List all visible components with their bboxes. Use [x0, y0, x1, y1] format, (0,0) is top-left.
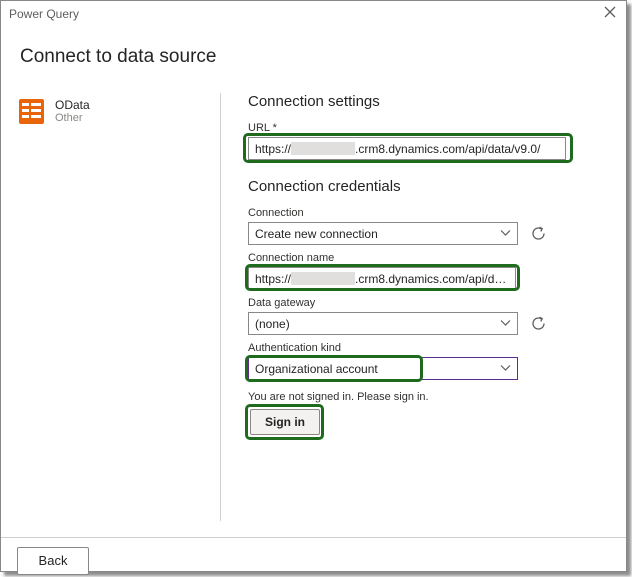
data-source-item[interactable]: OData Other	[19, 97, 209, 127]
page-title: Connect to data source	[20, 46, 217, 67]
gateway-dropdown[interactable]: (none)	[248, 312, 518, 335]
refresh-icon[interactable]	[530, 315, 547, 332]
url-prefix: https://	[255, 142, 292, 156]
redacted-block	[291, 142, 356, 155]
window-title: Power Query	[9, 7, 80, 21]
auth-kind-dropdown[interactable]: Organizational account	[248, 357, 518, 380]
url-label: URL *	[248, 122, 277, 134]
source-name: OData	[55, 98, 90, 112]
auth-kind-value: Organizational account	[255, 362, 378, 376]
title-bar: Power Query	[1, 1, 626, 27]
connection-name-input[interactable]: https:// .crm8.dynamics.com/api/da...	[248, 267, 516, 290]
connection-label: Connection	[248, 207, 304, 219]
odata-table-icon	[19, 99, 44, 124]
refresh-icon[interactable]	[530, 225, 547, 242]
connection-dropdown[interactable]: Create new connection	[248, 222, 518, 245]
sign-in-status: You are not signed in. Please sign in.	[248, 391, 429, 403]
connection-settings-title: Connection settings	[248, 93, 380, 110]
vertical-divider	[220, 93, 221, 521]
connection-credentials-title: Connection credentials	[248, 178, 401, 195]
gateway-value: (none)	[255, 317, 290, 331]
footer-divider	[1, 537, 626, 538]
connection-name-suffix: .crm8.dynamics.com/api/da...	[355, 272, 512, 286]
connection-value: Create new connection	[255, 227, 378, 241]
auth-kind-label: Authentication kind	[248, 342, 341, 354]
chevron-down-icon	[500, 365, 511, 371]
redacted-block	[291, 272, 356, 285]
connection-name-prefix: https://	[255, 272, 292, 286]
close-icon[interactable]	[602, 4, 618, 20]
chevron-down-icon	[500, 230, 511, 236]
url-input[interactable]: https:// .crm8.dynamics.com/api/data/v9.0…	[248, 137, 566, 160]
chevron-down-icon	[500, 320, 511, 326]
gateway-label: Data gateway	[248, 297, 316, 309]
sign-in-button[interactable]: Sign in	[250, 409, 320, 435]
url-suffix: .crm8.dynamics.com/api/data/v9.0/	[355, 142, 541, 156]
back-button[interactable]: Back	[17, 547, 89, 575]
connection-name-label: Connection name	[248, 252, 335, 264]
source-category: Other	[55, 112, 83, 124]
connect-dialog: Power Query Connect to data source OData…	[0, 0, 627, 575]
